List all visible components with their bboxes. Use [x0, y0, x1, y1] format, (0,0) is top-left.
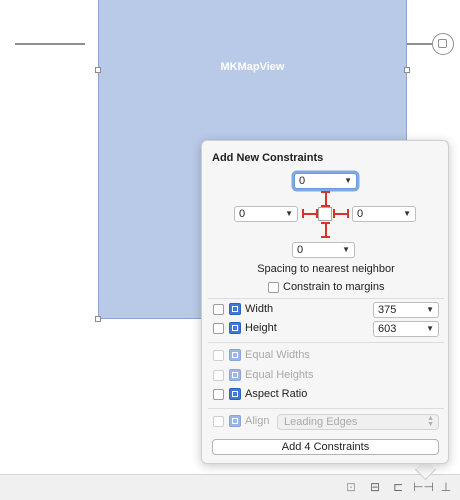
exit-icon[interactable]	[432, 33, 454, 55]
align-checkbox[interactable]	[213, 416, 224, 427]
bottom-ibeam-cap-a	[321, 222, 330, 224]
right-constraint-ibeam[interactable]	[333, 213, 348, 215]
equal-widths-label: Equal Widths	[245, 349, 310, 361]
chevron-down-icon: ▼	[344, 176, 352, 185]
resize-handle-left[interactable]	[95, 67, 101, 73]
divider	[208, 408, 444, 409]
height-label: Height	[245, 322, 277, 334]
left-constraint-ibeam[interactable]	[302, 213, 317, 215]
top-ibeam-cap-a	[321, 191, 330, 193]
chevron-down-icon: ▼	[285, 209, 293, 218]
equal-widths-checkbox[interactable]	[213, 350, 224, 361]
divider	[208, 342, 444, 343]
right-ibeam-cap-b	[347, 209, 349, 218]
bottom-ibeam-cap-b	[321, 236, 330, 238]
updown-arrows-icon: ▲ ▼	[427, 415, 434, 428]
align-label: Align	[245, 415, 270, 427]
resize-handle-right[interactable]	[404, 67, 410, 73]
add-constraints-button[interactable]: Add 4 Constraints	[212, 439, 439, 455]
left-spacing-field[interactable]: 0 ▼	[234, 206, 298, 222]
segue-line	[407, 43, 433, 45]
width-icon	[229, 303, 241, 315]
height-field[interactable]: 603 ▼	[373, 321, 439, 337]
resolve-icon[interactable]: ⊥	[437, 479, 455, 495]
entry-arrow-line	[15, 43, 85, 45]
pin-icon[interactable]: ⊢⊣	[413, 479, 434, 495]
chevron-down-icon: ▼	[426, 324, 434, 333]
chevron-down-icon: ▼	[342, 245, 350, 254]
equal-heights-checkbox[interactable]	[213, 370, 224, 381]
update-frames-icon[interactable]: ⊡	[342, 479, 360, 495]
equal-heights-icon	[229, 369, 241, 381]
constrain-to-margins-label: Constrain to margins	[283, 281, 385, 293]
width-label: Width	[245, 303, 274, 315]
align-icon	[229, 415, 241, 427]
aspect-ratio-icon	[229, 388, 241, 400]
selected-view-box	[318, 207, 332, 221]
spacing-caption: Spacing to nearest neighbor	[257, 263, 395, 275]
equal-widths-icon	[229, 349, 241, 361]
constrain-to-margins-checkbox[interactable]	[268, 282, 279, 293]
add-constraints-popover: Add New Constraints 0 ▼ 0 ▼ 0 ▼ 0 ▼ Spac…	[201, 140, 449, 464]
bottom-spacing-field[interactable]: 0 ▼	[292, 242, 355, 258]
aspect-ratio-label: Aspect Ratio	[245, 388, 308, 400]
equal-heights-label: Equal Heights	[245, 369, 314, 381]
left-ibeam-cap-a	[302, 209, 304, 218]
chevron-down-icon: ▼	[403, 209, 411, 218]
right-ibeam-cap-a	[333, 209, 335, 218]
height-checkbox[interactable]	[213, 323, 224, 334]
chevron-down-icon: ▼	[426, 305, 434, 314]
bottom-toolbar: ⊡ ⊟ ⊏ ⊢⊣ ⊥	[0, 474, 460, 500]
stack-icon[interactable]: ⊟	[366, 479, 384, 495]
align-select-value: Leading Edges	[284, 416, 358, 428]
resize-handle-bottom-left[interactable]	[95, 316, 101, 322]
mapview-label: MKMapView	[220, 61, 285, 73]
height-icon	[229, 322, 241, 334]
align-icon[interactable]: ⊏	[389, 479, 407, 495]
popover-title: Add New Constraints	[212, 152, 324, 164]
width-field[interactable]: 375 ▼	[373, 302, 439, 318]
align-select[interactable]: Leading Edges ▲ ▼	[277, 414, 439, 430]
right-spacing-field[interactable]: 0 ▼	[352, 206, 416, 222]
top-spacing-field[interactable]: 0 ▼	[294, 173, 357, 189]
width-checkbox[interactable]	[213, 304, 224, 315]
aspect-ratio-checkbox[interactable]	[213, 389, 224, 400]
divider	[208, 298, 444, 299]
